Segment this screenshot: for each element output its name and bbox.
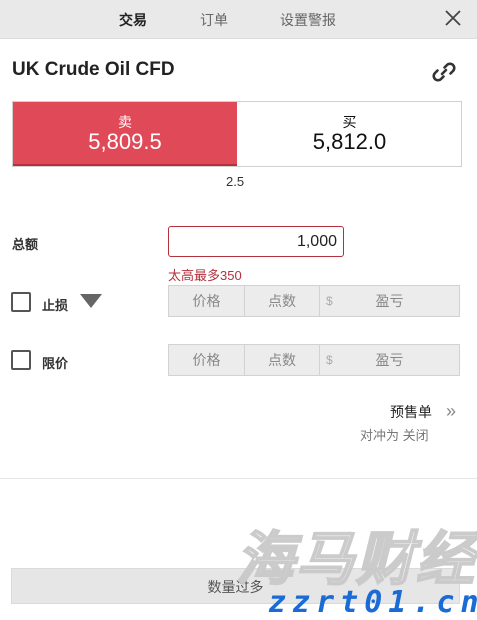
stop-loss-pnl-placeholder: 盈亏 [375, 293, 404, 309]
limit-fields: 价格 点数 $ 盈亏 [168, 344, 460, 376]
stop-loss-points-field[interactable]: 点数 [245, 286, 320, 316]
tab-alerts[interactable]: 设置警报 [280, 10, 336, 30]
watermark-logo-text: 海马财经 [235, 526, 477, 593]
buy-button[interactable]: 买 5,812.0 [238, 102, 461, 166]
divider [0, 478, 477, 479]
limit-pnl-field[interactable]: $ 盈亏 [320, 345, 459, 375]
currency-symbol: $ [326, 353, 333, 367]
link-icon[interactable] [430, 58, 458, 86]
watermark-url: zzrt01.cn [268, 585, 477, 620]
pre-order-link[interactable]: 预售单 [390, 402, 432, 422]
spread-value: 2.5 [226, 174, 245, 189]
sell-price: 5,809.5 [88, 129, 162, 154]
stop-loss-checkbox[interactable] [11, 292, 31, 312]
limit-label: 限价 [42, 356, 69, 371]
stop-loss-pnl-field[interactable]: $ 盈亏 [320, 286, 459, 316]
sell-label: 卖 [118, 114, 132, 130]
amount-error-message: 太高最多350 [168, 268, 242, 283]
stop-loss-label: 止损 [42, 298, 69, 313]
amount-input[interactable]: 1,000 [168, 226, 344, 257]
limit-checkbox[interactable] [11, 350, 31, 370]
buy-price: 5,812.0 [312, 129, 387, 154]
close-icon[interactable] [443, 8, 463, 28]
stop-loss-price-field[interactable]: 价格 [169, 286, 245, 316]
stop-loss-dropdown-icon[interactable] [80, 294, 102, 308]
tab-orders[interactable]: 订单 [200, 10, 228, 30]
stop-loss-fields: 价格 点数 $ 盈亏 [168, 285, 460, 317]
buy-label: 买 [342, 114, 357, 130]
tab-trade[interactable]: 交易 [119, 10, 147, 30]
limit-pnl-placeholder: 盈亏 [375, 352, 404, 368]
limit-points-field[interactable]: 点数 [245, 345, 320, 375]
price-selector: 卖 5,809.5 买 5,812.0 [12, 101, 462, 167]
hedge-status: 对冲为 关闭 [360, 428, 429, 443]
sell-button[interactable]: 卖 5,809.5 [13, 102, 237, 166]
limit-price-field[interactable]: 价格 [169, 345, 245, 375]
instrument-title: UK Crude Oil CFD [12, 59, 175, 80]
double-chevron-right-icon[interactable]: » [446, 401, 456, 422]
amount-label: 总额 [12, 237, 39, 252]
currency-symbol: $ [326, 294, 333, 308]
tab-bar: 交易 订单 设置警报 [0, 0, 477, 39]
